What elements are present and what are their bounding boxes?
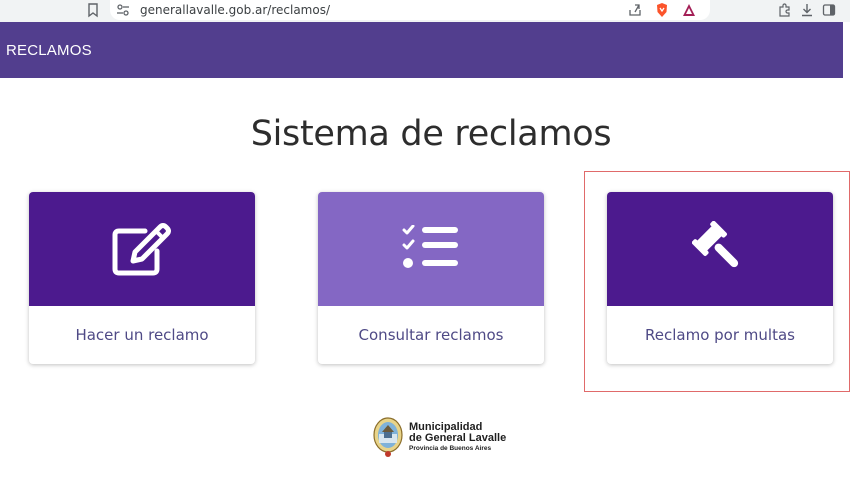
sidebar-panel-icon[interactable] <box>822 3 836 17</box>
checklist-icon <box>402 225 458 268</box>
card-consultar-reclamos-banner <box>318 192 544 306</box>
card-reclamo-multas[interactable]: Reclamo por multas <box>607 192 833 364</box>
brave-shield-icon[interactable] <box>655 2 669 18</box>
logo-text-line3: Provincia de Buenos Aires <box>409 445 492 452</box>
card-label: Hacer un reclamo <box>75 326 209 344</box>
gavel-icon <box>692 221 739 268</box>
municipal-seal-icon <box>373 417 403 457</box>
rewards-icon[interactable] <box>682 3 696 17</box>
extensions-icon[interactable] <box>777 3 791 17</box>
browser-toolbar: generallavalle.gob.ar/reclamos/ <box>0 0 850 22</box>
card-consultar-reclamos[interactable]: Consultar reclamos <box>318 192 544 364</box>
card-label: Consultar reclamos <box>358 326 504 344</box>
logo-text-line2: de General Lavalle <box>409 432 507 444</box>
site-header: RECLAMOS <box>0 22 843 78</box>
card-hacer-reclamo[interactable]: Hacer un reclamo <box>29 192 255 364</box>
share-icon[interactable] <box>628 3 642 17</box>
edit-icon <box>112 223 171 276</box>
site-brand[interactable]: RECLAMOS <box>6 42 92 59</box>
card-reclamo-multas-banner <box>607 192 833 306</box>
bookmark-icon[interactable] <box>86 2 100 18</box>
card-hacer-reclamo-banner <box>29 192 255 306</box>
download-icon[interactable] <box>800 3 814 17</box>
page-title: Sistema de reclamos <box>250 114 612 154</box>
url-text[interactable]: generallavalle.gob.ar/reclamos/ <box>140 3 330 17</box>
card-label: Reclamo por multas <box>645 326 795 344</box>
site-settings-icon[interactable] <box>116 3 130 17</box>
